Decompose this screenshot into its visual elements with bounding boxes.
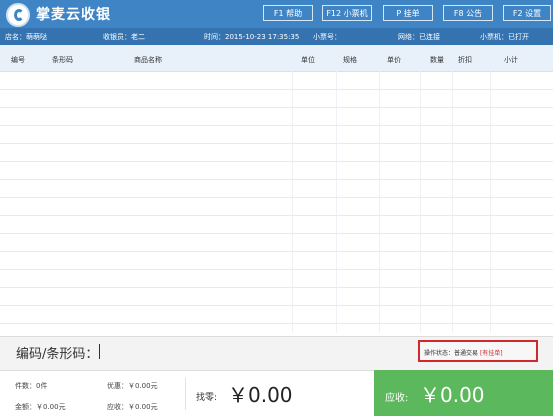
- table-row[interactable]: [0, 215, 553, 216]
- change-label: 找零:: [196, 393, 218, 403]
- current-time: 时间：2015-10-23 17:35:35: [204, 33, 300, 41]
- column-header-product-name: 商品名称: [134, 56, 162, 64]
- table-row[interactable]: [0, 323, 553, 324]
- receipt-printer-button[interactable]: F12 小票机: [322, 5, 372, 21]
- column-divider: [490, 71, 491, 333]
- store-name: 店名：萌萌哒: [5, 33, 47, 41]
- table-row[interactable]: [0, 251, 553, 252]
- table-row[interactable]: [0, 197, 553, 198]
- change-amount: ￥0.00: [228, 383, 293, 407]
- table-row[interactable]: [0, 125, 553, 126]
- column-header-unit: 单位: [301, 56, 315, 64]
- table-row[interactable]: [0, 179, 553, 180]
- column-header-discount: 折扣: [458, 56, 472, 64]
- cashier-name: 收银员：老二: [103, 33, 145, 41]
- column-header-id: 编号: [11, 56, 25, 64]
- column-header-spec: 规格: [343, 56, 357, 64]
- column-divider: [420, 71, 421, 333]
- hold-order-button[interactable]: P 挂单: [383, 5, 433, 21]
- ticket-number: 小票号：: [313, 33, 341, 41]
- column-divider: [452, 71, 453, 333]
- column-header-quantity: 数量: [430, 56, 444, 64]
- app-logo-icon: [6, 3, 30, 27]
- item-count: 件数：0件: [15, 382, 48, 390]
- help-button[interactable]: F1 帮助: [263, 5, 313, 21]
- settings-button[interactable]: F2 设置: [503, 5, 551, 21]
- table-row[interactable]: [0, 161, 553, 162]
- column-header-subtotal: 小计: [504, 56, 518, 64]
- barcode-input[interactable]: [99, 344, 100, 359]
- amount-total: 金额：￥0.00元: [15, 403, 66, 411]
- receivable-amount: ￥0.00: [420, 383, 485, 407]
- table-row[interactable]: [0, 107, 553, 108]
- footer-divider: [185, 378, 186, 410]
- discount-total: 优惠：￥0.00元: [107, 382, 158, 390]
- held-order-flag[interactable]: [有挂单]: [480, 350, 503, 357]
- barcode-input-label: 编码/条形码：: [16, 347, 99, 362]
- table-row[interactable]: [0, 287, 553, 288]
- operation-status-text: 操作状态：普通交易: [424, 350, 479, 357]
- printer-status: 小票机：已打开: [480, 33, 529, 41]
- items-table-body[interactable]: [0, 71, 553, 333]
- receivable-label: 应收:: [385, 393, 409, 404]
- operation-status: 操作状态：普通交易 [有挂单]: [424, 348, 503, 357]
- announcement-button[interactable]: F8 公告: [443, 5, 493, 21]
- receivable-summary: 应收：￥0.00元: [107, 403, 158, 411]
- column-header-barcode: 条形码: [52, 56, 73, 64]
- column-divider: [379, 71, 380, 333]
- table-row[interactable]: [0, 233, 553, 234]
- network-status: 网络：已连接: [398, 33, 440, 41]
- column-divider: [336, 71, 337, 333]
- app-title: 掌麦云收银: [36, 7, 111, 23]
- table-row[interactable]: [0, 89, 553, 90]
- table-row[interactable]: [0, 305, 553, 306]
- column-header-price: 单价: [387, 56, 401, 64]
- table-row[interactable]: [0, 143, 553, 144]
- column-divider: [292, 71, 293, 333]
- table-row[interactable]: [0, 269, 553, 270]
